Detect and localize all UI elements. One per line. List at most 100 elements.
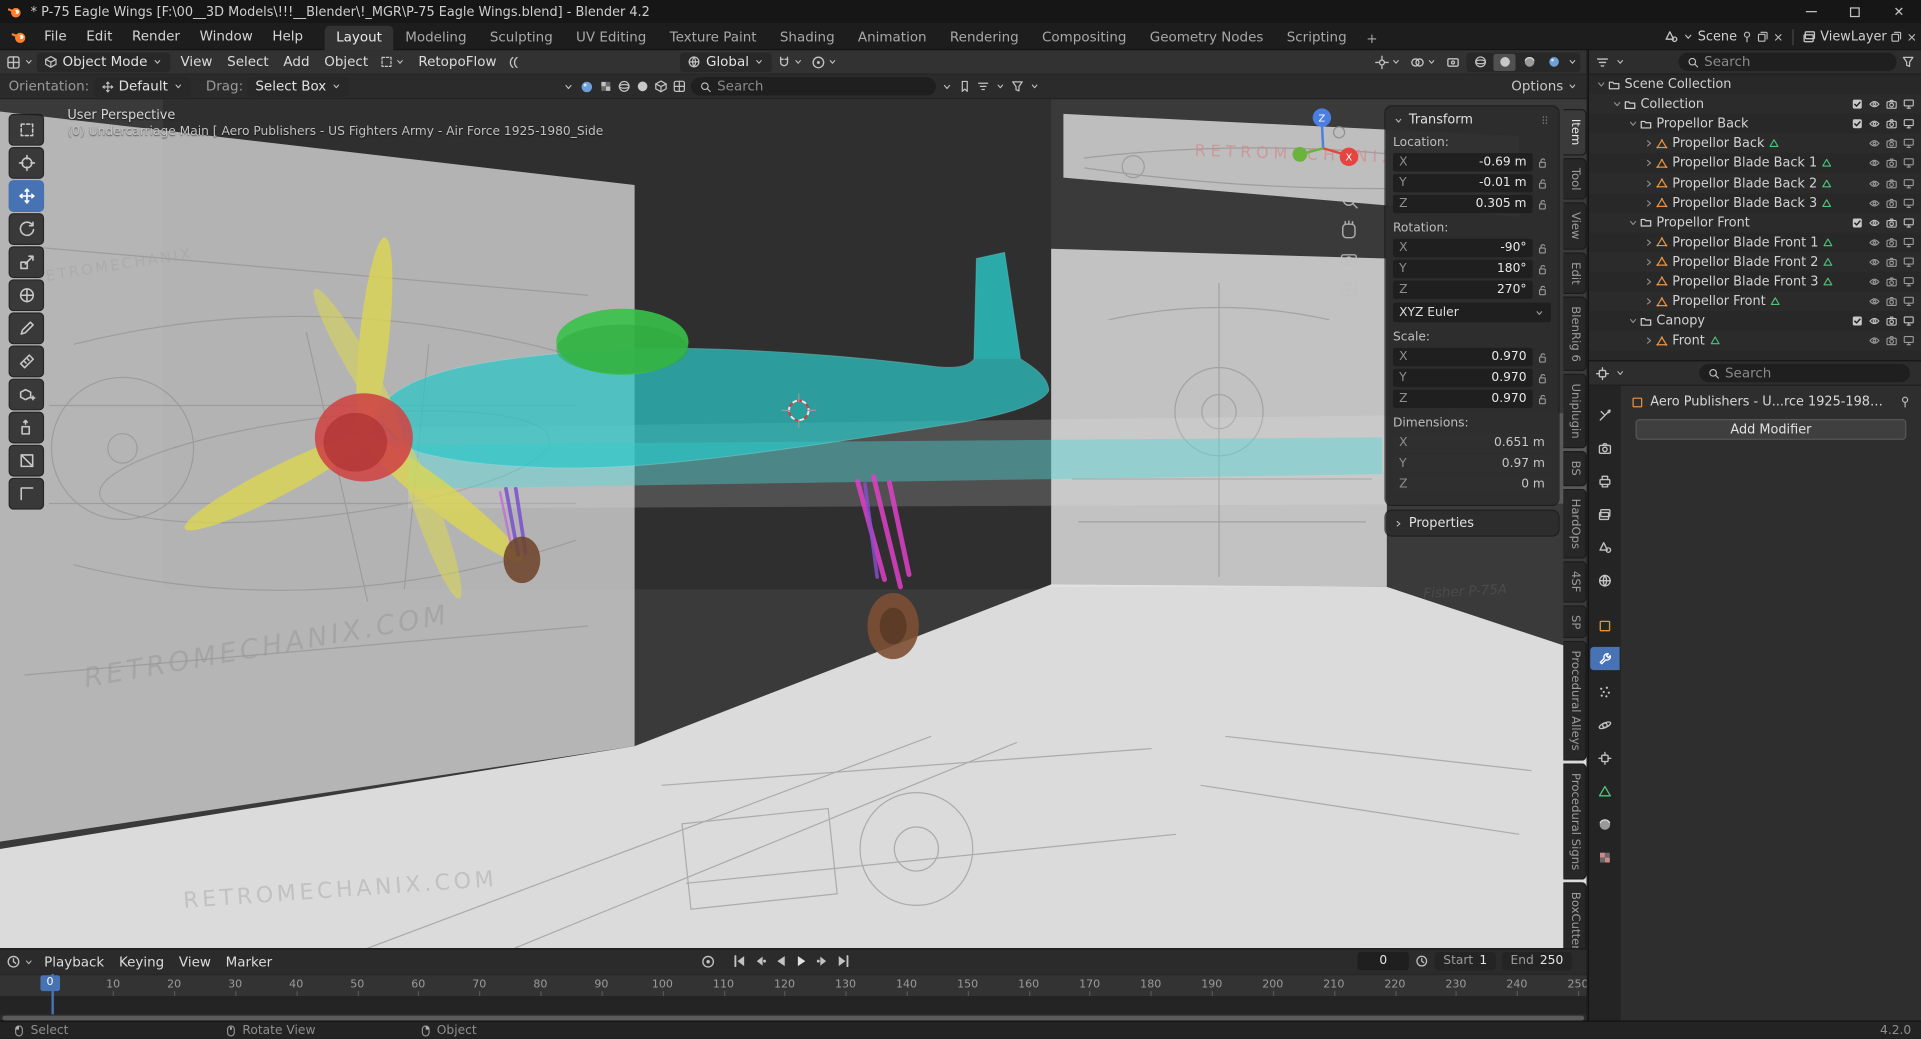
chevron-down-icon[interactable] — [941, 80, 953, 92]
properties-tab-texture[interactable] — [1590, 845, 1619, 868]
chevron-right-icon[interactable] — [1642, 177, 1655, 189]
breadcrumb-object-name[interactable]: Aero Publishers - U...rce 1925-1980_Side — [1650, 394, 1886, 409]
chevron-down-icon[interactable] — [23, 956, 34, 967]
sidebar-tab-uniplugin[interactable]: Uniplugin — [1563, 374, 1587, 449]
close-button[interactable]: ✕ — [1877, 0, 1921, 23]
transport-prev-key-button[interactable] — [751, 952, 769, 970]
eye-icon[interactable] — [1868, 315, 1880, 327]
monitor-icon[interactable] — [1903, 177, 1915, 189]
shading-wireframe-button[interactable] — [1469, 53, 1491, 70]
collapse-icon[interactable] — [563, 80, 575, 92]
new-viewlayer-icon[interactable] — [1890, 31, 1902, 43]
camera-icon[interactable] — [1885, 98, 1897, 110]
properties-search-input[interactable]: Search — [1699, 363, 1910, 383]
sidebar-tab-4sf[interactable]: 4SF — [1563, 561, 1587, 603]
chevron-down-icon[interactable] — [1626, 315, 1639, 327]
workspace-tab-sculpting[interactable]: Sculpting — [479, 25, 564, 50]
properties-tab-render[interactable] — [1590, 436, 1619, 459]
viewport-canvas[interactable]: RETROMECHANIX.COM RETROMECHANIX RETROMEC… — [0, 99, 1587, 949]
tool-scale[interactable] — [8, 246, 45, 279]
scale-y-field[interactable]: Y 0.970 — [1392, 368, 1533, 388]
viewport-menu-view[interactable]: View — [173, 54, 220, 70]
mode-dropdown[interactable]: Object Mode — [36, 52, 171, 72]
texture-filter-icon[interactable] — [599, 80, 612, 93]
timeline-menu-playback[interactable]: Playback — [37, 954, 112, 970]
transport-jump-end-button[interactable] — [834, 952, 852, 970]
bookmark-icon[interactable] — [958, 80, 971, 93]
scale-z-field[interactable]: Z 0.970 — [1392, 389, 1533, 408]
chevron-right-icon[interactable] — [1642, 295, 1655, 307]
sidebar-tab-boxcutter[interactable]: BoxCutter — [1563, 882, 1587, 949]
lock-icon[interactable] — [1533, 284, 1551, 296]
outliner-row-front[interactable]: Front — [1588, 331, 1921, 351]
chevron-down-icon[interactable] — [1030, 81, 1041, 92]
menu-edit[interactable]: Edit — [76, 23, 122, 50]
chevron-right-icon[interactable] — [1642, 335, 1655, 347]
checkbox-icon[interactable] — [1851, 315, 1863, 327]
eye-icon[interactable] — [1868, 98, 1880, 110]
lock-icon[interactable] — [1533, 242, 1551, 254]
chevron-right-icon[interactable] — [1642, 138, 1655, 150]
gizmo-y-axis[interactable] — [1292, 147, 1308, 162]
properties-tab-object[interactable] — [1590, 614, 1619, 637]
location-z-field[interactable]: Z 0.305 m — [1392, 194, 1533, 214]
tool-box-cut[interactable] — [8, 444, 45, 477]
rotation-x-field[interactable]: X -90° — [1392, 238, 1533, 258]
tool-rotate[interactable] — [8, 213, 45, 246]
monitor-icon[interactable] — [1903, 256, 1915, 268]
camera-icon[interactable] — [1885, 118, 1897, 130]
blender-app-icon[interactable] — [5, 28, 34, 45]
eye-icon[interactable] — [1868, 197, 1880, 209]
monitor-icon[interactable] — [1903, 216, 1915, 228]
properties-tab-particles[interactable] — [1590, 680, 1619, 703]
workspace-tab-scripting[interactable]: Scripting — [1276, 25, 1358, 50]
properties-panel-collapsed[interactable]: Properties — [1385, 510, 1559, 536]
scale-x-field[interactable]: X 0.970 — [1392, 347, 1533, 367]
timeline-menu-marker[interactable]: Marker — [218, 954, 279, 970]
xray-toggle[interactable] — [1443, 55, 1463, 70]
timeline-menu-keying[interactable]: Keying — [112, 954, 172, 970]
tool-measure[interactable] — [8, 345, 45, 378]
mesh-filter-icon[interactable] — [655, 80, 668, 93]
proportional-edit-toggle[interactable] — [809, 55, 841, 70]
scene-selector[interactable]: Scene — [1698, 29, 1737, 44]
end-frame-field[interactable]: End 250 — [1501, 951, 1572, 971]
playhead-frame-badge[interactable]: 0 — [40, 975, 60, 992]
chevron-right-icon[interactable] — [1642, 256, 1655, 268]
properties-tab-view-layer[interactable] — [1590, 502, 1619, 525]
display-mode-icon[interactable] — [580, 79, 595, 94]
start-frame-field[interactable]: Start 1 — [1434, 951, 1496, 971]
add-workspace-button[interactable]: + — [1359, 26, 1385, 49]
workspace-tab-compositing[interactable]: Compositing — [1031, 25, 1138, 50]
chevron-down-icon[interactable] — [1626, 216, 1639, 228]
outliner-editor-icon[interactable] — [1595, 55, 1610, 70]
add-modifier-button[interactable]: Add Modifier — [1635, 418, 1907, 440]
chevron-down-icon[interactable] — [1610, 98, 1623, 110]
workspace-tab-rendering[interactable]: Rendering — [939, 25, 1030, 50]
editor-type-icon[interactable] — [6, 55, 21, 70]
checkbox-icon[interactable] — [1851, 98, 1863, 110]
monitor-icon[interactable] — [1903, 315, 1915, 327]
workspace-tab-modeling[interactable]: Modeling — [394, 25, 477, 50]
chevron-right-icon[interactable] — [1642, 157, 1655, 169]
location-y-field[interactable]: Y -0.01 m — [1392, 173, 1533, 193]
sidebar-tab-sp[interactable]: SP — [1563, 604, 1587, 639]
monitor-icon[interactable] — [1903, 335, 1915, 347]
delete-scene-icon[interactable] — [1773, 31, 1784, 42]
tool-corner[interactable] — [8, 477, 45, 510]
lock-icon[interactable] — [1533, 263, 1551, 275]
lock-icon[interactable] — [1533, 156, 1551, 168]
chevron-right-icon[interactable] — [1642, 276, 1655, 288]
eye-icon[interactable] — [1868, 157, 1880, 169]
retopoflow-menu[interactable]: RetopoFlow — [411, 54, 504, 70]
eye-icon[interactable] — [1868, 118, 1880, 130]
chevron-right-icon[interactable] — [1642, 197, 1655, 209]
lock-icon[interactable] — [1533, 198, 1551, 210]
location-x-field[interactable]: X -0.69 m — [1392, 153, 1533, 172]
workspace-tab-shading[interactable]: Shading — [769, 25, 846, 50]
outliner-row-propellor-blade-back-3[interactable]: Propellor Blade Back 3 — [1589, 193, 1921, 213]
sidebar-tab-procedural-signs[interactable]: Procedural Signs — [1563, 763, 1587, 881]
properties-tab-material[interactable] — [1590, 812, 1619, 835]
outliner-row-propellor-blade-front-1[interactable]: Propellor Blade Front 1 — [1589, 232, 1921, 252]
snapping-toggle[interactable] — [775, 55, 807, 70]
